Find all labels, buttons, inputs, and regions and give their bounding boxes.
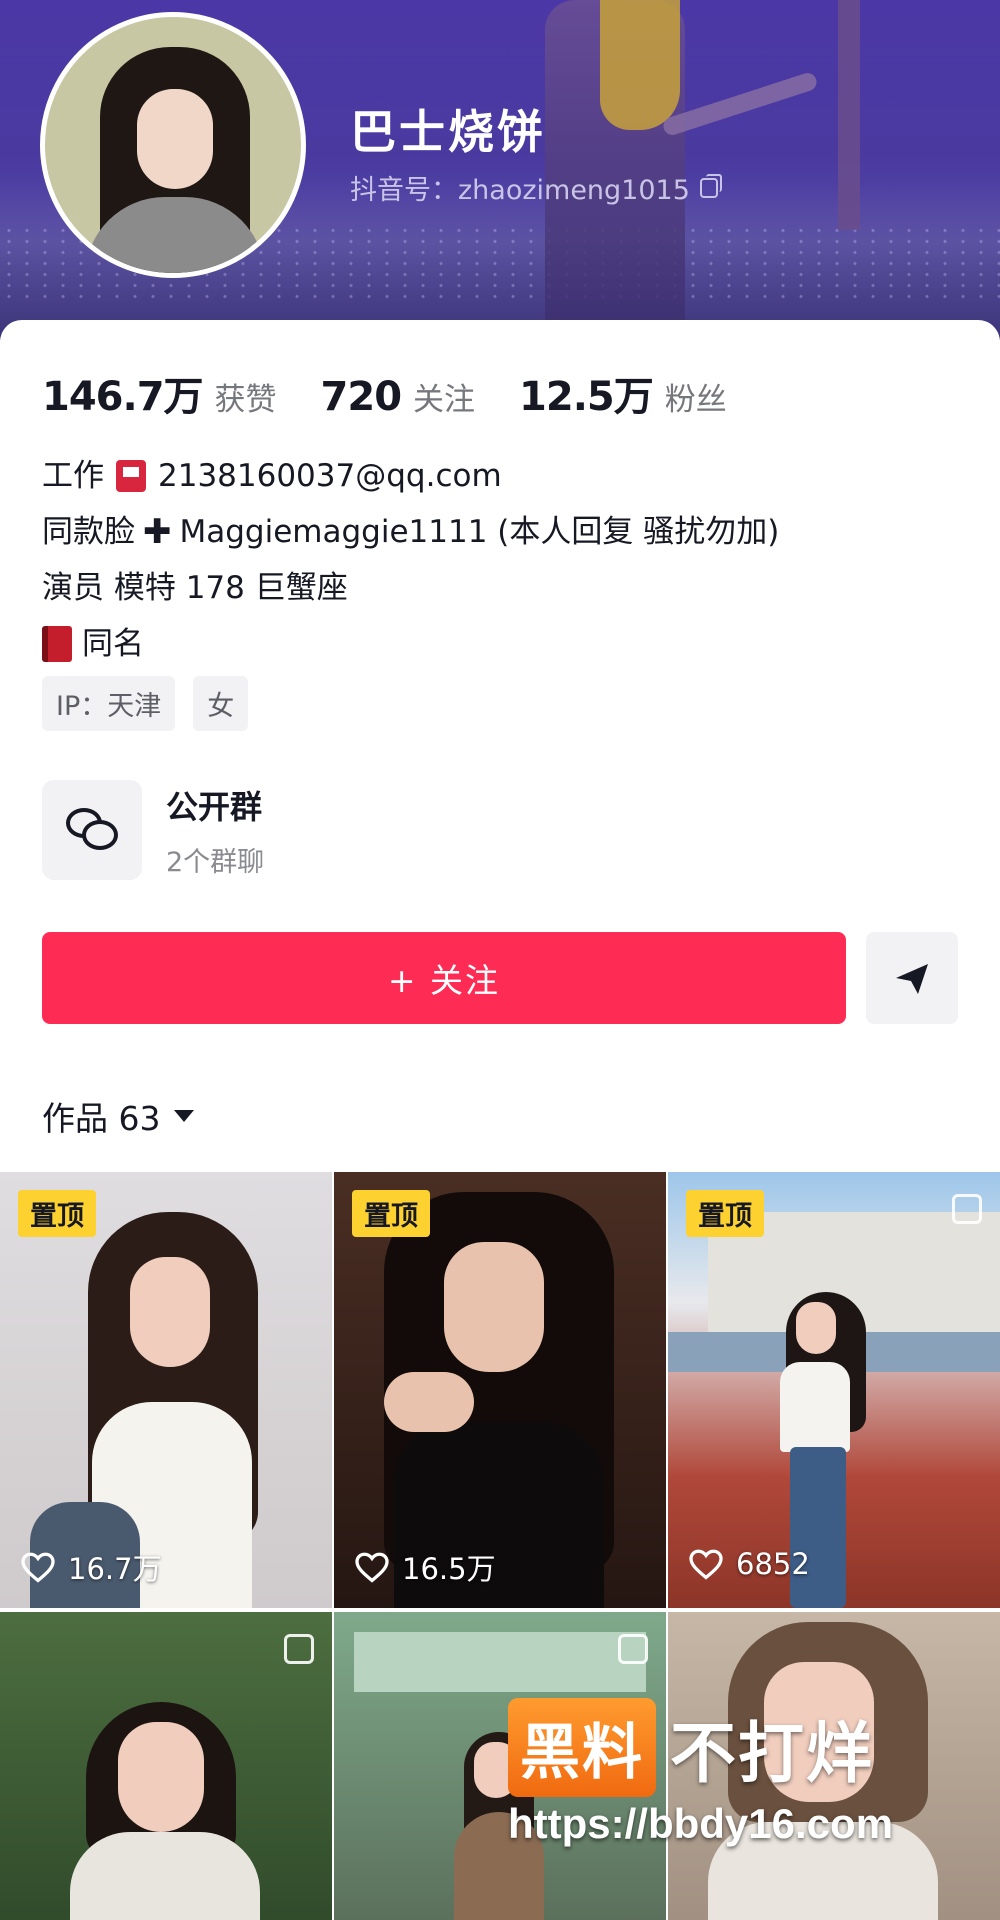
stat-followers-value: 12.5万: [519, 374, 654, 420]
mailbox-icon: [116, 460, 146, 492]
multi-select-icon: [952, 1194, 982, 1224]
avatar-face: [137, 89, 213, 189]
multi-select-icon: [284, 1634, 314, 1664]
tab-works[interactable]: 作品 63: [42, 1092, 195, 1140]
group-title[interactable]: 公开群: [166, 782, 262, 828]
caret-down-icon: [174, 1110, 195, 1122]
heart-icon: [355, 1552, 389, 1583]
avatar[interactable]: [40, 12, 306, 278]
follow-button[interactable]: + 关注: [42, 932, 846, 1024]
bio-line-contact: 同款脸 ✚ Maggiemaggie1111 (本人回复 骚扰勿加): [42, 504, 779, 560]
watermark-text: 不打烊: [670, 1714, 874, 1792]
copy-icon[interactable]: [699, 173, 722, 198]
stat-following[interactable]: 720 关注: [321, 374, 476, 420]
watermark: 黑料 不打烊: [508, 1698, 874, 1797]
douyin-id[interactable]: 抖音号：zhaozimeng1015: [350, 168, 722, 207]
heart-icon: [689, 1549, 723, 1580]
bio-email: 2138160037@qq.com: [158, 458, 502, 494]
watermark-logo: 黑料: [508, 1698, 656, 1797]
video-thumbnail[interactable]: [0, 1612, 332, 1920]
stat-likes-label: 获赞: [214, 382, 277, 418]
banner-figure-skirt: [600, 0, 680, 130]
bio-line-occupation: 演员 模特 178 巨蟹座: [42, 570, 348, 606]
douyin-id-text: 抖音号：zhaozimeng1015: [350, 175, 690, 206]
tag-ip-location: IP：天津: [42, 676, 176, 731]
tag-gender: 女: [193, 676, 249, 731]
stat-following-label: 关注: [413, 382, 476, 418]
stat-followers[interactable]: 12.5万 粉丝: [519, 364, 727, 422]
banner-pole: [838, 0, 860, 230]
video-thumbnail[interactable]: 置顶 16.7万: [0, 1172, 332, 1608]
bio-contact-text: Maggiemaggie1111 (本人回复 骚扰勿加): [179, 514, 780, 550]
stat-followers-label: 粉丝: [664, 382, 727, 418]
red-book-icon: [42, 626, 72, 662]
stat-likes[interactable]: 146.7万 获赞: [42, 364, 277, 422]
profile-card: 146.7万 获赞 720 关注 12.5万 粉丝 工作 2138160037@…: [0, 320, 1000, 1920]
pinned-badge: 置顶: [352, 1190, 430, 1237]
bio-samename-text: 同名: [82, 626, 144, 662]
heart-icon: [21, 1552, 55, 1583]
bio-work-label: 工作: [42, 458, 104, 494]
pinned-badge: 置顶: [18, 1190, 96, 1237]
group-subtitle: 2个群聊: [166, 847, 265, 878]
watermark-url: https://bbdy16.com: [508, 1800, 894, 1847]
stat-following-value: 720: [320, 374, 402, 420]
stat-likes-value: 146.7万: [42, 374, 204, 420]
video-likes: 6852: [688, 1546, 810, 1582]
video-likes-count: 16.5万: [402, 1552, 496, 1586]
profile-nickname: 巴士烧饼: [350, 105, 546, 159]
multi-select-icon: [618, 1634, 648, 1664]
video-thumbnail[interactable]: 置顶 6852: [668, 1172, 1000, 1608]
group-chat-icon: [66, 808, 118, 852]
public-group-button[interactable]: [42, 780, 142, 880]
profile-tags: IP：天津 女: [42, 676, 266, 731]
profile-banner: 巴士烧饼 抖音号：zhaozimeng1015: [0, 0, 1000, 340]
video-likes-count: 6852: [736, 1547, 810, 1581]
send-message-button[interactable]: [866, 932, 958, 1024]
video-likes: 16.7万: [20, 1546, 162, 1588]
bio-contact-label: 同款脸: [42, 514, 135, 550]
video-thumbnail[interactable]: 置顶 16.5万: [334, 1172, 666, 1608]
bio-line-samename: 同名: [42, 616, 779, 672]
video-likes: 16.5万: [354, 1546, 496, 1588]
pinned-badge: 置顶: [686, 1190, 764, 1237]
send-icon: [896, 964, 928, 994]
profile-bio: 工作 2138160037@qq.com 同款脸 ✚ Maggiemaggie1…: [42, 448, 779, 672]
bio-line-work: 工作 2138160037@qq.com: [42, 448, 779, 504]
tab-works-label: 作品 63: [42, 1099, 161, 1138]
plus-icon: ✚: [143, 512, 172, 552]
profile-stats: 146.7万 获赞 720 关注 12.5万 粉丝: [42, 364, 771, 422]
video-likes-count: 16.7万: [68, 1552, 162, 1586]
